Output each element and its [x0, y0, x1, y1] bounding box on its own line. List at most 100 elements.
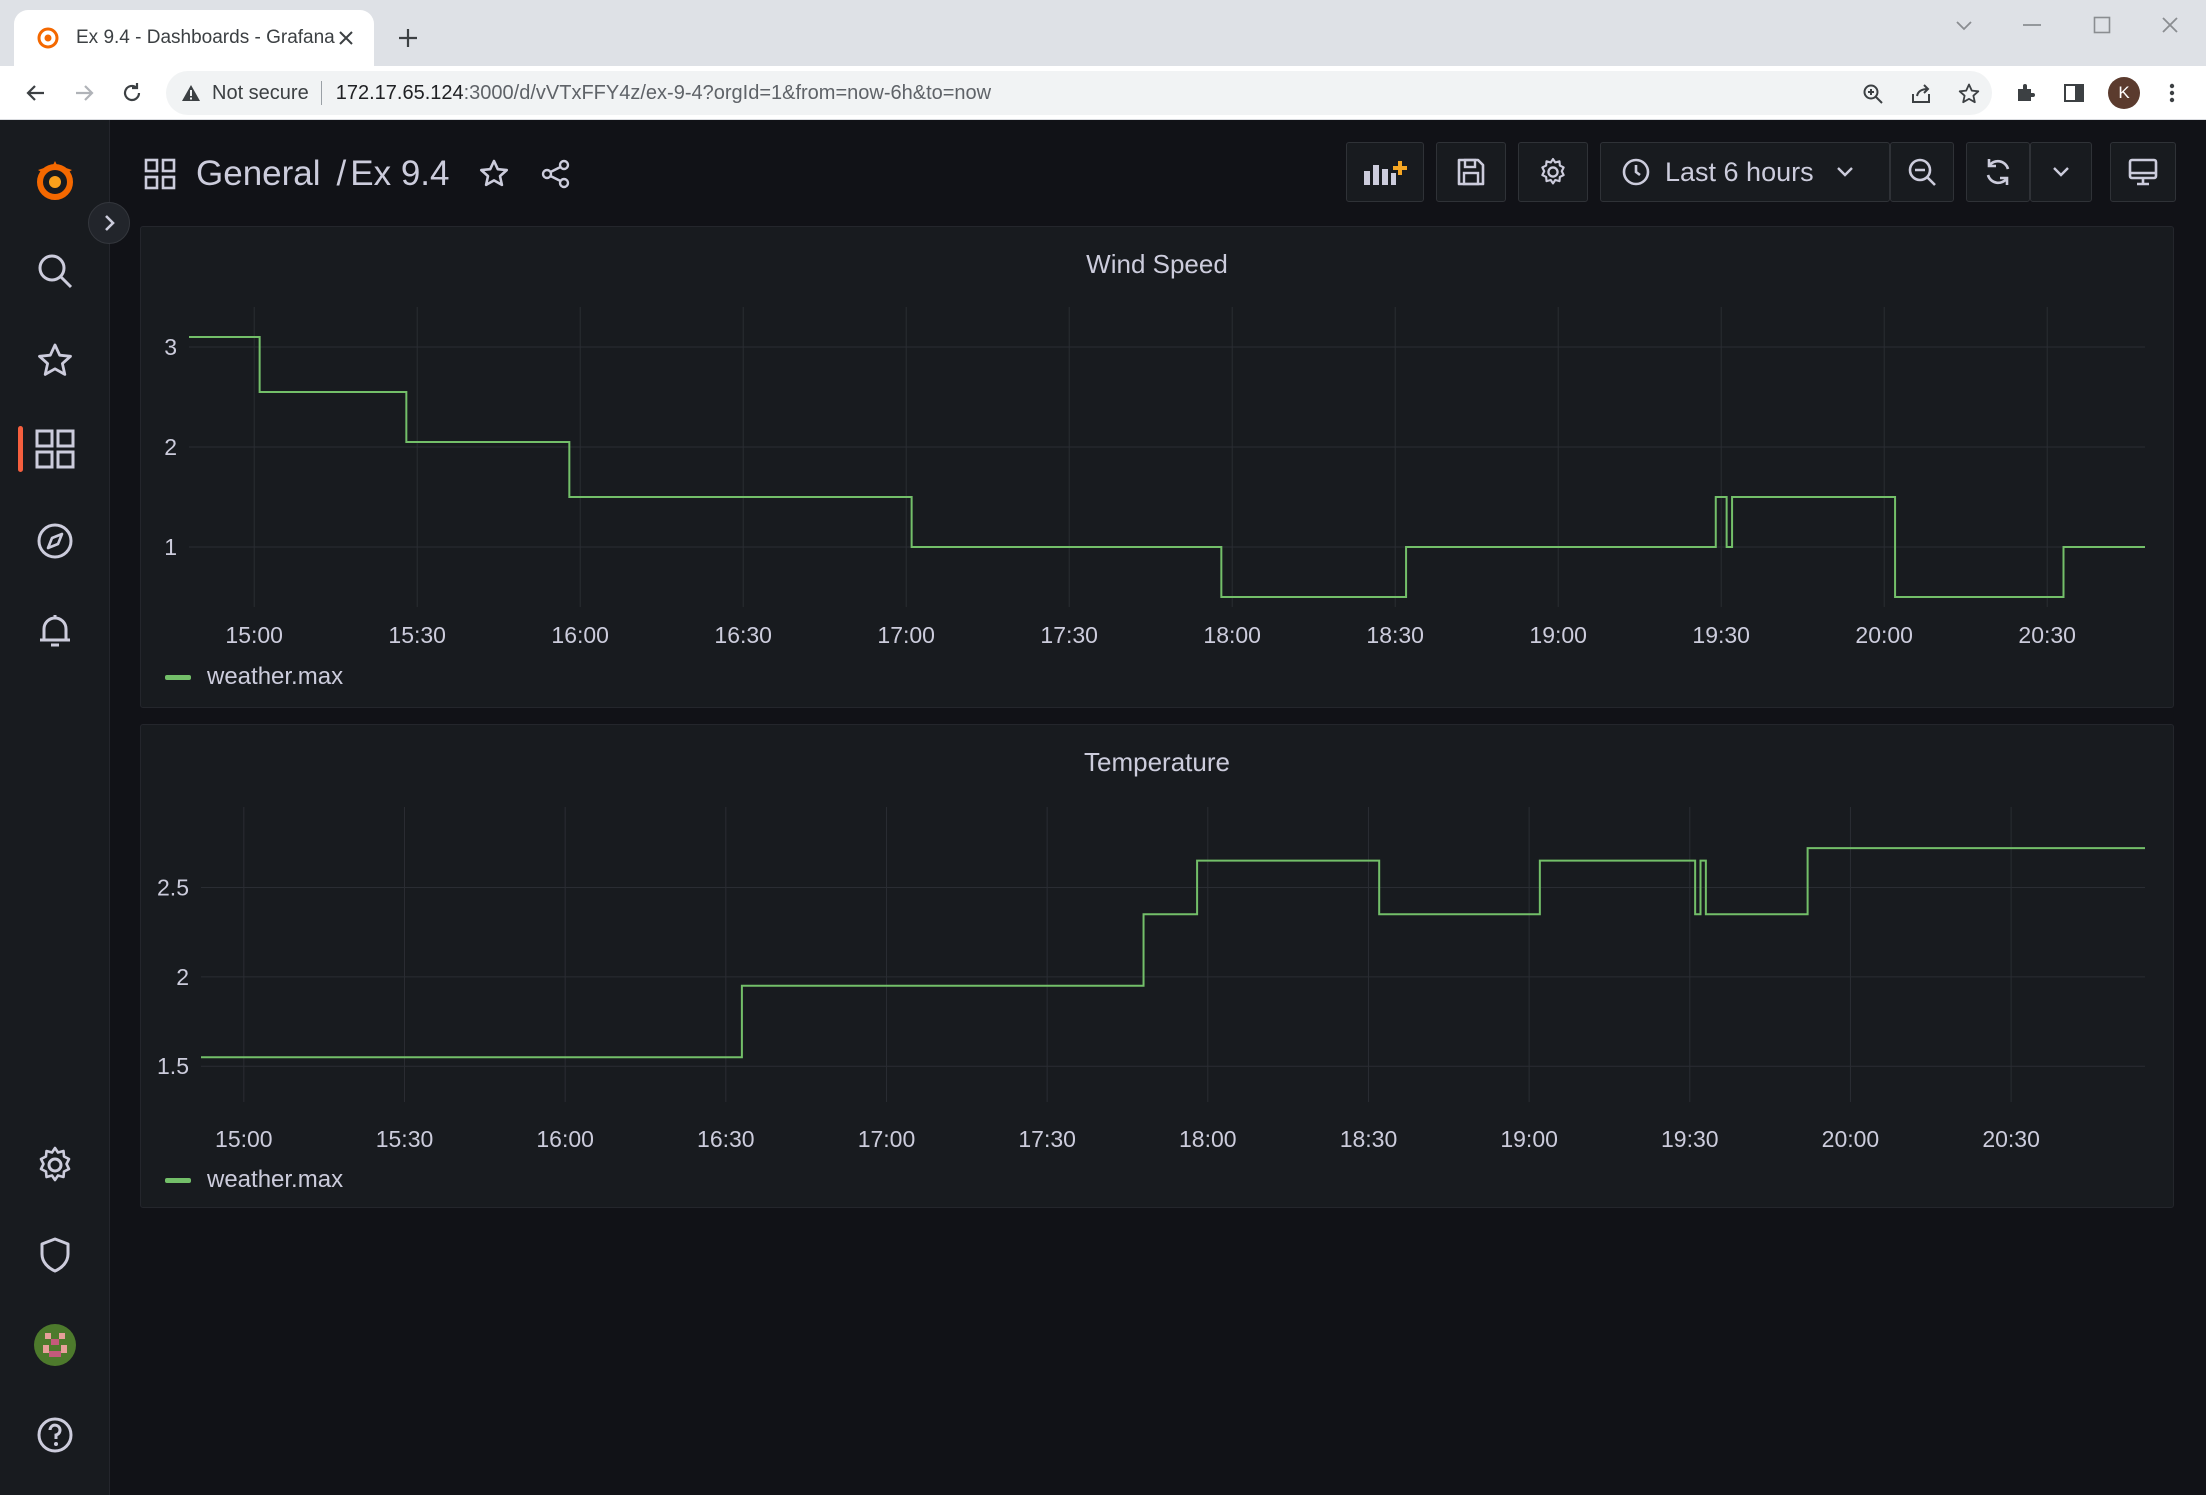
dashboards-icon[interactable] — [30, 424, 80, 474]
starred-icon[interactable] — [30, 336, 80, 386]
legend-item[interactable]: weather.max — [165, 663, 343, 691]
add-panel-icon — [1364, 161, 1407, 185]
dashboard-nav: General / Ex 9.4 Last 6 hours — [110, 120, 2206, 226]
save-icon — [1457, 158, 1485, 186]
x-tick-label: 20:30 — [2018, 622, 2076, 648]
temperature-chart[interactable]: 15:00 15:30 16:00 16:30 17:00 17:30 18:00 18:30… — [141, 725, 2175, 1209]
dashboard-settings-button[interactable] — [1518, 142, 1588, 202]
zoom-icon[interactable] — [1858, 79, 1888, 109]
x-tick-label: 15:30 — [376, 1126, 434, 1152]
series-line — [189, 336, 2145, 598]
x-tick-label: 18:00 — [1179, 1126, 1237, 1152]
x-tick-label: 18:30 — [1340, 1126, 1398, 1152]
url-path: :3000/d/vVTxFFY4z/ex-9-4?orgId=1&from=no… — [463, 81, 992, 104]
x-tick-label: 15:30 — [388, 622, 446, 648]
y-tick-label: 3 — [164, 334, 177, 360]
new-tab-icon[interactable] — [390, 20, 426, 56]
address-bar[interactable]: Not secure 172.17.65.124 :3000/d/vVTxFFY… — [166, 71, 1992, 115]
x-tick-label: 16:30 — [697, 1126, 755, 1152]
side-panel-icon[interactable] — [2058, 77, 2090, 109]
refresh-interval-dropdown[interactable] — [2030, 142, 2092, 202]
legend-item[interactable]: weather.max — [165, 1166, 343, 1194]
help-icon[interactable] — [30, 1410, 80, 1460]
y-tick-label: 1.5 — [157, 1053, 189, 1079]
grafana-side-menu — [0, 120, 110, 1495]
extensions-icon[interactable] — [2010, 77, 2042, 109]
x-tick-label: 16:30 — [714, 622, 772, 648]
view-mode-button[interactable] — [2110, 142, 2176, 202]
wind-speed-panel[interactable]: Wind Speed 15:00 15:30 16:00 16:30 17:00 17:3… — [140, 226, 2174, 708]
warning-icon[interactable] — [180, 82, 202, 104]
folder-link[interactable]: General — [196, 154, 321, 194]
profile-avatar[interactable]: K — [2108, 77, 2140, 109]
zoom-out-button[interactable] — [1890, 142, 1954, 202]
x-tick-label: 20:00 — [1855, 622, 1913, 648]
back-icon[interactable] — [18, 75, 54, 111]
server-admin-shield-icon[interactable] — [30, 1230, 80, 1280]
breadcrumb-separator: / — [336, 154, 347, 193]
browser-tab-strip: Ex 9.4 - Dashboards - Grafana — [0, 0, 2206, 66]
tab-title: Ex 9.4 - Dashboards - Grafana — [76, 27, 335, 48]
x-tick-label: 16:00 — [551, 622, 609, 648]
chevron-down-icon — [1836, 167, 1853, 177]
configuration-gear-icon[interactable] — [30, 1140, 80, 1190]
x-tick-label: 19:30 — [1692, 622, 1750, 648]
explore-icon[interactable] — [30, 516, 80, 566]
y-tick-label: 2 — [176, 964, 189, 990]
dashboard-grid-icon — [140, 154, 180, 194]
bookmark-star-icon[interactable] — [1954, 79, 1984, 109]
forward-icon[interactable] — [66, 75, 102, 111]
x-tick-label: 19:00 — [1529, 622, 1587, 648]
minimize-icon[interactable] — [2012, 8, 2052, 42]
x-tick-label: 15:00 — [225, 622, 283, 648]
address-divider — [320, 81, 322, 105]
alerting-bell-icon[interactable] — [30, 606, 80, 656]
legend-swatch — [165, 1177, 191, 1183]
refresh-button[interactable] — [1966, 142, 2030, 202]
y-tick-label: 2 — [164, 434, 177, 460]
temperature-panel[interactable]: Temperature 15:00 15:30 16:00 16:30 17:00 17:… — [140, 724, 2174, 1208]
x-tick-label: 20:00 — [1822, 1126, 1880, 1152]
close-window-icon[interactable] — [2150, 8, 2190, 42]
x-tick-label: 16:00 — [536, 1126, 594, 1152]
mark-favorite-star-icon[interactable] — [474, 154, 514, 194]
legend-swatch — [165, 674, 191, 680]
refresh-icon — [1986, 159, 2010, 185]
clock-icon — [1622, 158, 1650, 186]
browser-menu-icon[interactable] — [2156, 77, 2188, 109]
user-avatar-icon[interactable] — [30, 1320, 80, 1370]
x-tick-label: 19:30 — [1661, 1126, 1719, 1152]
share-dashboard-icon[interactable] — [536, 154, 576, 194]
tab-search-chevron-icon[interactable] — [1944, 8, 1984, 42]
grafana-logo-icon[interactable] — [30, 156, 80, 206]
wind-speed-chart[interactable]: 15:00 15:30 16:00 16:30 17:00 17:30 18:00 18:30… — [141, 227, 2175, 709]
x-tick-label: 17:30 — [1040, 622, 1098, 648]
search-icon[interactable] — [30, 246, 80, 296]
close-tab-icon[interactable] — [332, 24, 360, 52]
browser-toolbar: Not secure 172.17.65.124 :3000/d/vVTxFFY… — [0, 66, 2206, 120]
add-panel-button[interactable] — [1346, 142, 1424, 202]
x-tick-label: 17:00 — [877, 622, 935, 648]
security-label[interactable]: Not secure — [212, 82, 309, 105]
x-tick-label: 18:30 — [1366, 622, 1424, 648]
browser-tab[interactable]: Ex 9.4 - Dashboards - Grafana — [14, 10, 374, 66]
zoom-out-icon — [1908, 158, 1936, 186]
gear-icon — [1541, 157, 1565, 185]
monitor-icon — [2128, 158, 2158, 186]
maximize-icon[interactable] — [2082, 8, 2122, 42]
breadcrumb: General / Ex 9.4 — [140, 152, 576, 196]
chevron-right-icon — [105, 215, 115, 231]
x-tick-label: 20:30 — [1982, 1126, 2040, 1152]
share-page-icon[interactable] — [1906, 79, 1936, 109]
dashboard-title[interactable]: Ex 9.4 — [350, 154, 449, 194]
series-line — [201, 847, 2145, 1059]
time-range-label: Last 6 hours — [1665, 156, 1814, 187]
reload-icon[interactable] — [114, 75, 150, 111]
expand-menu-button[interactable] — [88, 202, 130, 244]
time-picker-button[interactable]: Last 6 hours — [1600, 142, 1890, 202]
x-tick-label: 18:00 — [1203, 622, 1261, 648]
x-tick-label: 17:00 — [858, 1126, 916, 1152]
save-dashboard-button[interactable] — [1436, 142, 1506, 202]
grafana-favicon-icon — [36, 26, 60, 50]
y-tick-label: 1 — [164, 534, 177, 560]
